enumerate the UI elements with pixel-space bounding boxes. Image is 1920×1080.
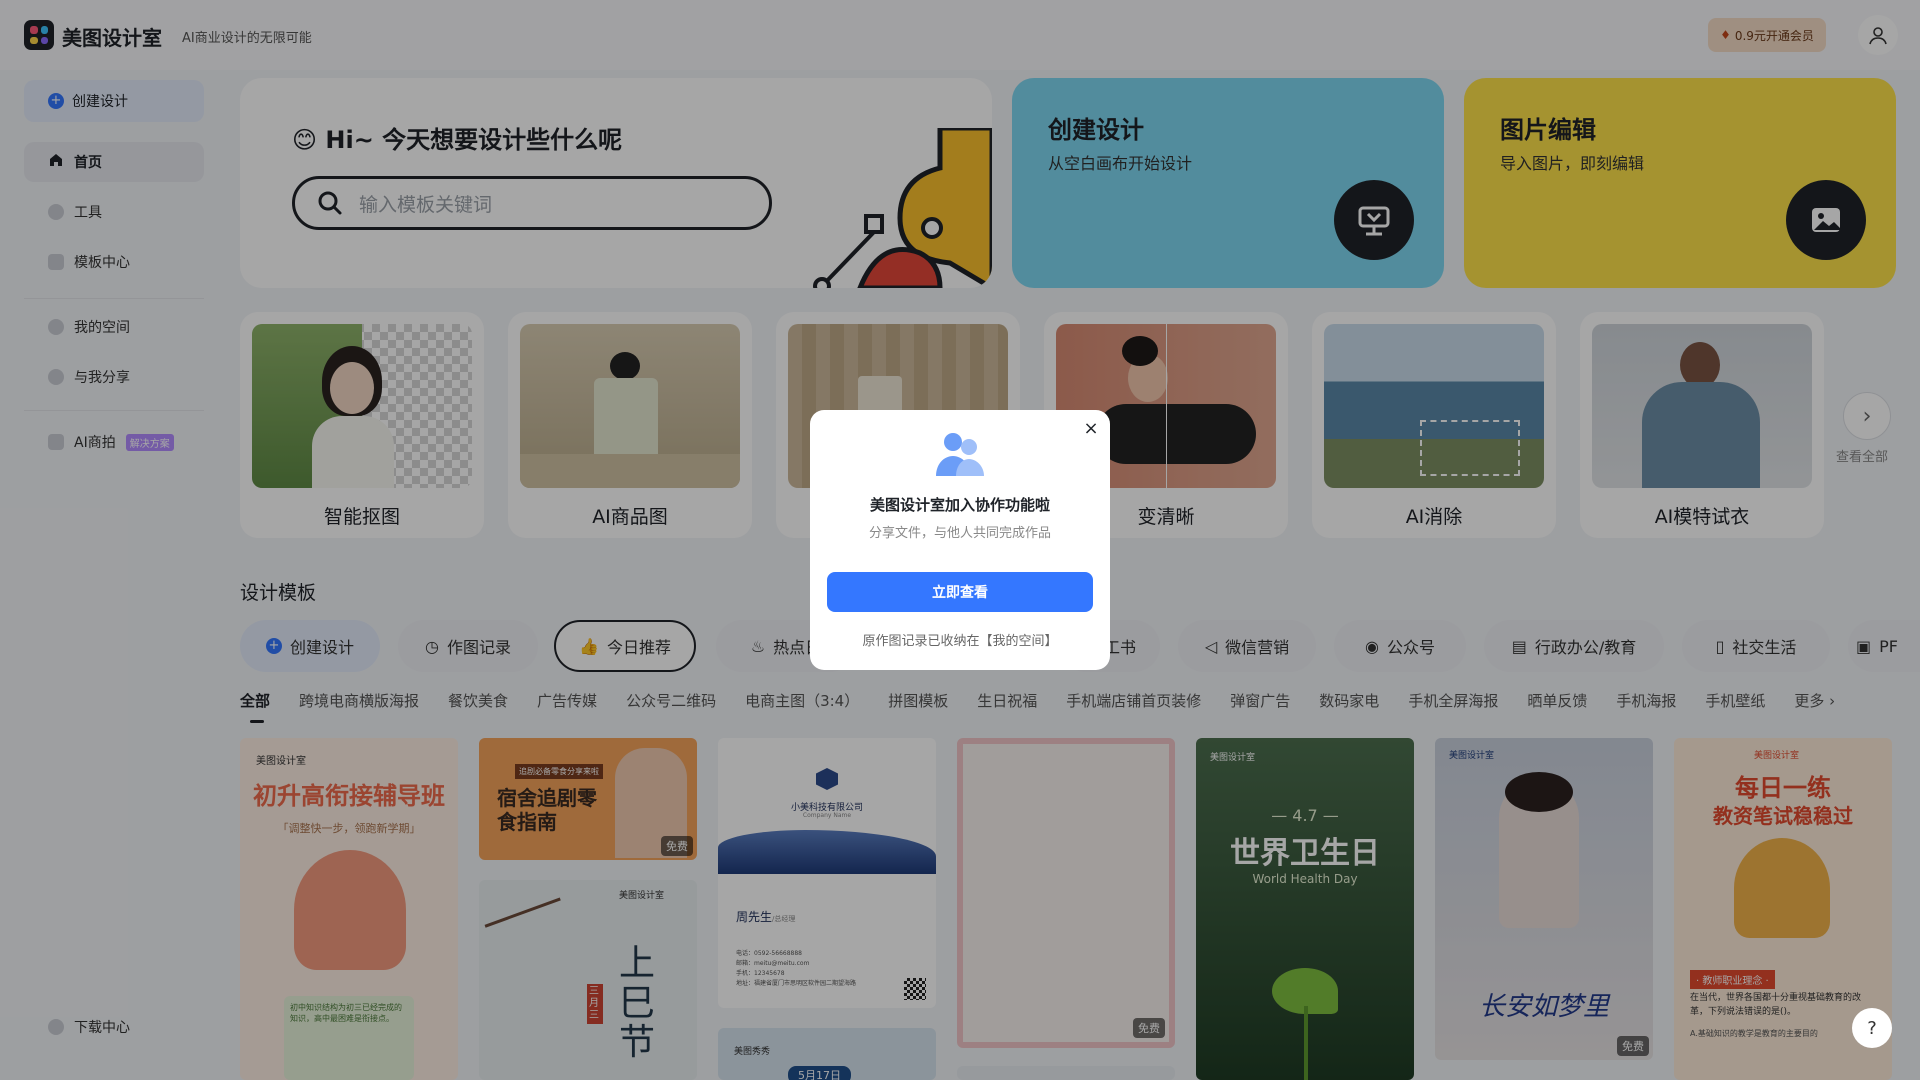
view-now-button[interactable]: 立即查看 xyxy=(827,572,1093,612)
collaboration-modal: × 美图设计室加入协作功能啦 分享文件，与他人共同完成作品 立即查看 原作图记录… xyxy=(810,410,1110,670)
modal-note: 原作图记录已收纳在【我的空间】 xyxy=(862,634,1058,649)
users-icon xyxy=(934,430,986,478)
close-icon[interactable]: × xyxy=(1080,418,1102,440)
modal-subtitle: 分享文件，与他人共同完成作品 xyxy=(868,526,1051,541)
modal-title: 美图设计室加入协作功能啦 xyxy=(869,496,1050,514)
help-icon[interactable]: ? xyxy=(1852,1008,1892,1048)
